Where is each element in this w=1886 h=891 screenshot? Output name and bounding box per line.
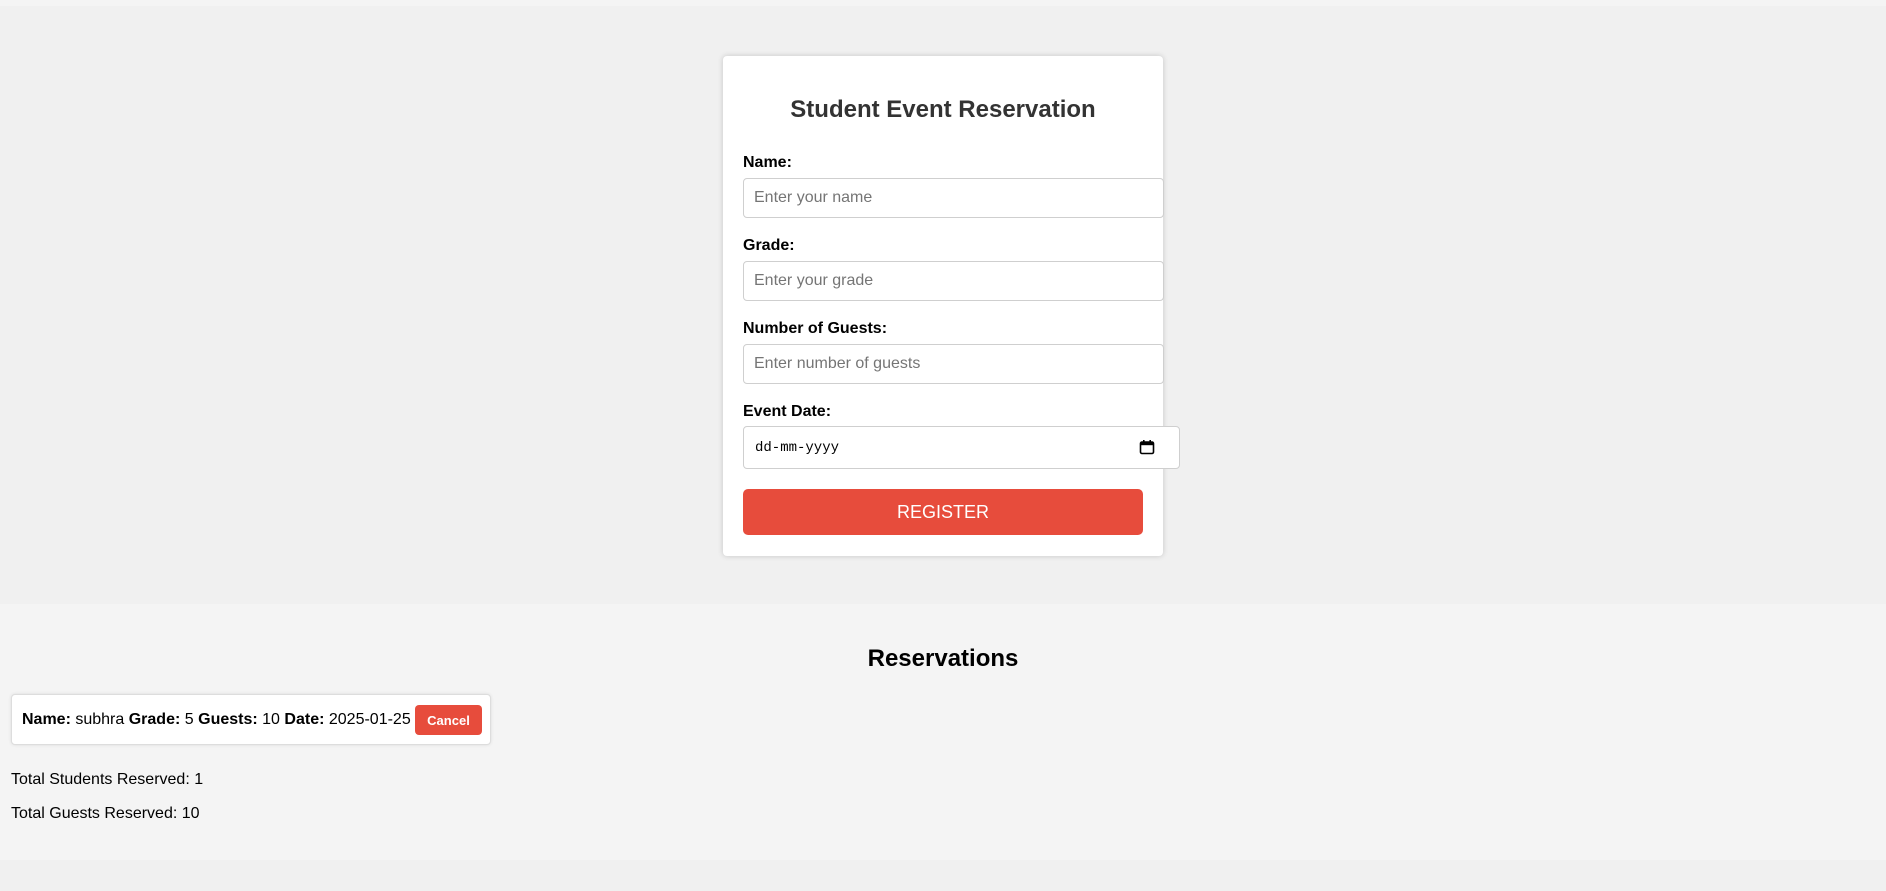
registration-card bbox=[723, 56, 1163, 556]
name-label: Name: bbox=[743, 154, 792, 171]
reservation-details: Name: subhra Grade: 5 Guests: 10 Date: 2… bbox=[22, 710, 411, 730]
bottom-strip bbox=[0, 860, 1886, 891]
cancel-button[interactable]: Cancel bbox=[415, 705, 482, 735]
res-date-value: 2025-01-25 bbox=[328, 711, 411, 728]
res-date-label: Date: bbox=[284, 711, 325, 728]
res-grade-label: Grade: bbox=[128, 711, 181, 728]
res-name-label: Name: bbox=[22, 711, 71, 728]
date-placeholder: dd-mm-yyyy bbox=[755, 440, 840, 456]
res-guests-label: Guests: bbox=[198, 711, 258, 728]
form-title: Student Event Reservation bbox=[790, 96, 1096, 123]
res-guests-value: 10 bbox=[262, 711, 280, 728]
register-button[interactable]: REGISTER bbox=[743, 489, 1143, 535]
guests-label: Number of Guests: bbox=[743, 320, 888, 337]
grade-label: Grade: bbox=[743, 237, 795, 254]
grade-input[interactable] bbox=[743, 261, 1164, 301]
event-date-label: Event Date: bbox=[743, 403, 832, 420]
name-input[interactable] bbox=[743, 178, 1164, 218]
guests-input[interactable] bbox=[743, 344, 1164, 384]
reservations-title: Reservations bbox=[867, 645, 1019, 672]
event-date-input[interactable]: dd-mm-yyyy bbox=[743, 426, 1180, 469]
total-students: Total Students Reserved: 1 bbox=[11, 771, 204, 788]
res-grade-value: 5 bbox=[184, 711, 194, 728]
res-name-value: subhra bbox=[75, 711, 125, 728]
total-guests: Total Guests Reserved: 10 bbox=[11, 805, 200, 822]
calendar-icon[interactable] bbox=[1139, 439, 1155, 455]
reservation-item: Name: subhra Grade: 5 Guests: 10 Date: 2… bbox=[11, 694, 491, 745]
